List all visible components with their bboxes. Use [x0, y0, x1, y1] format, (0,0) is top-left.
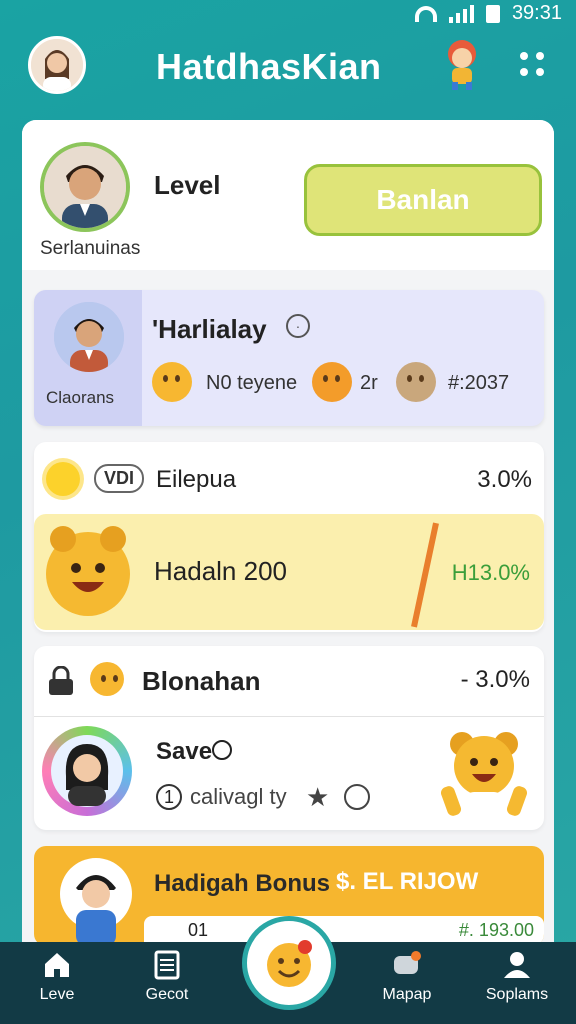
smiley-fruit-icon	[267, 940, 312, 987]
face-icon: ·	[286, 314, 310, 338]
stat-card-percent: 3.0%	[477, 466, 532, 493]
user-avatar[interactable]	[28, 36, 86, 94]
user-icon	[502, 950, 532, 980]
nav-item-profile[interactable]: Soplams	[462, 950, 572, 1004]
status-time: 39:31	[511, 2, 562, 24]
rank-side-label: Claorans	[46, 388, 115, 407]
nav-label: Gecot	[145, 986, 189, 1003]
sun-icon	[46, 462, 80, 496]
rank-stat-1: N0 teyene	[206, 372, 298, 394]
menu-grid-icon[interactable]	[520, 52, 544, 76]
nav-item-map[interactable]: Mapap	[352, 950, 462, 1004]
bear-mascot-icon	[46, 526, 130, 616]
nav-item-docs[interactable]: Gecot	[112, 950, 222, 1004]
activity-card[interactable]: Blonahan - 3.0% Save 1 calivagl ty ★	[34, 646, 544, 830]
rank-avatar	[54, 302, 124, 372]
app-title: HatdhasKian	[156, 46, 382, 87]
bottom-nav: Leve Gecot Mapap Soplams	[0, 916, 576, 1024]
highlight-row[interactable]: Hadaln 200 H13.0%	[34, 514, 544, 630]
kid-avatar	[56, 854, 136, 946]
home-icon	[42, 950, 72, 980]
stat-badge: VDI	[94, 464, 145, 493]
lock-icon	[48, 665, 74, 696]
activity-card-percent: - 3.0%	[460, 666, 530, 693]
status-bar: 39:31	[0, 0, 576, 28]
chat-icon	[392, 950, 422, 980]
bonus-tag: $. EL RIJOW	[336, 868, 479, 895]
wifi-icon	[414, 5, 437, 22]
rank-card[interactable]: Claorans 'Harlialay · N0 teyene 2r #:203…	[34, 290, 544, 426]
document-icon	[152, 950, 182, 980]
rank-card-side: Claorans	[34, 290, 142, 426]
entry-subtitle: calivagl ty	[190, 784, 287, 809]
entry-title: Save	[156, 738, 213, 765]
nav-label: Mapap	[382, 986, 432, 1003]
bear-cheer-icon	[434, 726, 534, 826]
nav-label: Soplams	[485, 986, 549, 1003]
entry-number: 1	[156, 784, 182, 810]
timer-icon	[212, 740, 232, 760]
rank-stats-row: N0 teyene 2r #:2037	[152, 362, 542, 404]
mascot-icon[interactable]	[440, 36, 484, 92]
star-icon[interactable]: ★	[306, 782, 329, 813]
entry-avatar	[42, 726, 132, 816]
clock-icon[interactable]	[344, 784, 370, 810]
rank-stat-2: 2r	[360, 372, 378, 394]
highlight-value: H13.0%	[451, 560, 530, 585]
profile-avatar[interactable]	[40, 142, 130, 232]
smiley-icon	[90, 662, 124, 696]
primary-action-button[interactable]: Banlan	[304, 164, 542, 236]
bonus-value-left: 01	[188, 920, 209, 940]
center-action-button[interactable]	[242, 916, 336, 1010]
top-bar: HatdhasKian	[0, 32, 576, 102]
stat-card[interactable]: VDI Eilepua 3.0% Hadaln 200 H13.0%	[34, 442, 544, 632]
nav-item-home[interactable]: Leve	[2, 950, 112, 1004]
bonus-title: Hadigah Bonus	[154, 870, 331, 897]
main-panel: Serlanuinas Level Banlan Claorans 'Harli…	[22, 120, 554, 1000]
nav-label: Leve	[39, 986, 75, 1003]
rank-stat-3: #:2037	[448, 372, 510, 394]
activity-card-title: Blonahan	[142, 666, 261, 696]
divider	[34, 716, 544, 717]
trend-marker	[411, 522, 439, 628]
stat-card-header: VDI Eilepua 3.0%	[46, 460, 532, 500]
bonus-value-right: #. 193.00	[458, 920, 534, 940]
stat-card-title: Eilepua	[156, 466, 237, 493]
animal-icon	[396, 362, 436, 402]
battery-icon	[485, 4, 500, 23]
highlight-title: Hadaln 200	[154, 556, 287, 586]
profile-name: Serlanuinas	[40, 238, 141, 259]
signal-icon	[448, 4, 474, 23]
profile-section: Serlanuinas Level Banlan	[22, 120, 554, 270]
rank-card-title: 'Harlialay	[152, 314, 267, 344]
bear-icon	[312, 362, 352, 402]
level-label: Level	[154, 170, 221, 200]
smiley-icon	[152, 362, 192, 402]
